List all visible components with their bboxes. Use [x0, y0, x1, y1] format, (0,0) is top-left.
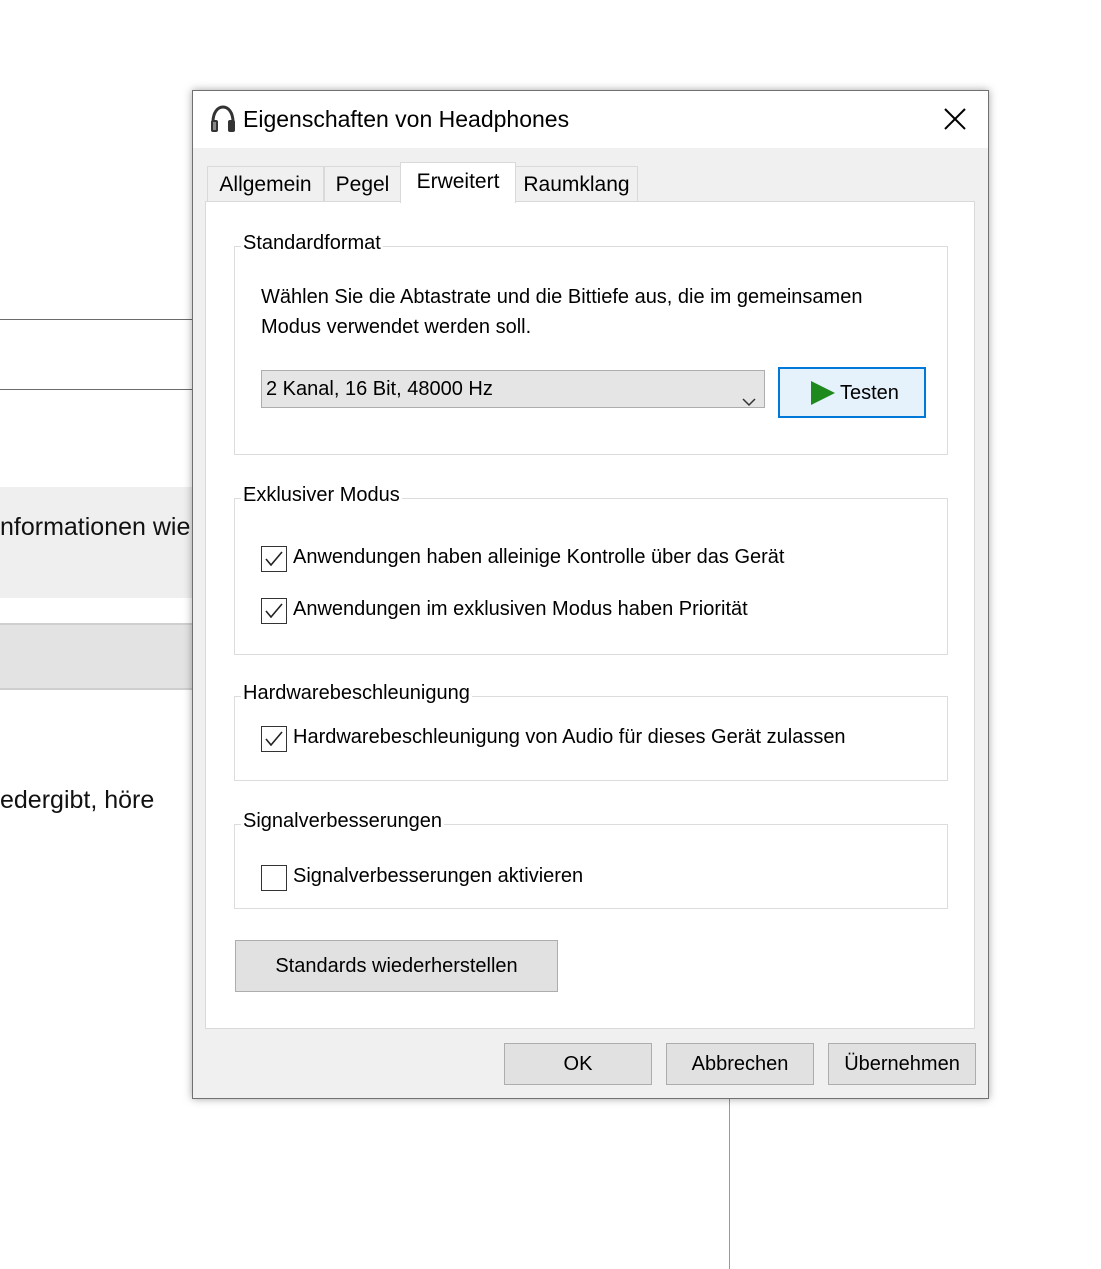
hardwarebeschleunigung-group: Hardwarebeschleunigung Hardwarebeschleun…: [234, 682, 948, 781]
tab-allgemein[interactable]: Allgemein: [207, 166, 324, 202]
background-info-panel: nformationen wie: [0, 487, 192, 598]
checkbox-hardware-acceleration-box[interactable]: [261, 726, 287, 752]
test-button-label: Testen: [840, 382, 899, 404]
checkmark-icon: [265, 731, 283, 747]
tab-panel-erweitert: Standardformat Wählen Sie die Abtastrate…: [205, 201, 975, 1029]
tab-raumklang[interactable]: Raumklang: [515, 166, 638, 202]
checkbox-exclusive-control-label: Anwendungen haben alleinige Kontrolle üb…: [293, 546, 785, 568]
checkbox-exclusive-control-box[interactable]: [261, 546, 287, 572]
background-divider-vertical: [729, 1099, 730, 1269]
signalverbesserungen-label: Signalverbesserungen: [241, 810, 445, 833]
checkmark-icon: [265, 603, 283, 619]
checkbox-exclusive-priority-label: Anwendungen im exklusiven Modus haben Pr…: [293, 598, 748, 620]
checkbox-signal-enhancements-box[interactable]: [261, 865, 287, 891]
headphones-icon: [210, 105, 236, 135]
signalverbesserungen-group: Signalverbesserungen Signalverbesserunge…: [234, 810, 948, 909]
checkbox-signal-enhancements-label: Signalverbesserungen aktivieren: [293, 865, 584, 887]
test-button[interactable]: Testen: [778, 367, 926, 418]
play-icon: [810, 381, 836, 410]
exklusiver-modus-label: Exklusiver Modus: [241, 484, 402, 507]
standardformat-group: Standardformat Wählen Sie die Abtastrate…: [234, 232, 948, 455]
restore-defaults-button[interactable]: Standards wiederherstellen: [235, 940, 558, 992]
apply-button[interactable]: Übernehmen: [828, 1043, 976, 1085]
properties-dialog: Eigenschaften von Headphones Allgemein P…: [192, 90, 989, 1099]
dialog-title: Eigenschaften von Headphones: [243, 106, 570, 132]
hardwarebeschleunigung-label: Hardwarebeschleunigung: [241, 682, 472, 705]
background-description-text: edergibt, höre: [0, 786, 155, 814]
standardformat-label: Standardformat: [241, 232, 383, 255]
title-bar[interactable]: Eigenschaften von Headphones: [193, 91, 988, 148]
format-select-value: 2 Kanal, 16 Bit, 48000 Hz: [266, 378, 493, 400]
exklusiver-modus-group: Exklusiver Modus Anwendungen haben allei…: [234, 484, 948, 655]
background-divider: [0, 389, 192, 390]
background-button[interactable]: [0, 623, 192, 690]
format-select[interactable]: 2 Kanal, 16 Bit, 48000 Hz: [261, 370, 765, 408]
close-button[interactable]: [922, 91, 988, 148]
standardformat-description: Wählen Sie die Abtastrate und die Bittie…: [261, 286, 863, 338]
checkbox-hardware-acceleration-label: Hardwarebeschleunigung von Audio für die…: [293, 726, 846, 748]
background-info-text: nformationen wie: [0, 513, 191, 541]
cancel-button[interactable]: Abbrechen: [666, 1043, 814, 1085]
chevron-down-icon: [742, 383, 756, 419]
checkmark-icon: [265, 551, 283, 567]
tab-erweitert[interactable]: Erweitert: [400, 162, 516, 203]
checkbox-exclusive-priority-box[interactable]: [261, 598, 287, 624]
background-divider: [0, 319, 192, 320]
ok-button[interactable]: OK: [504, 1043, 652, 1085]
tab-pegel[interactable]: Pegel: [324, 166, 401, 202]
close-icon: [944, 108, 966, 130]
